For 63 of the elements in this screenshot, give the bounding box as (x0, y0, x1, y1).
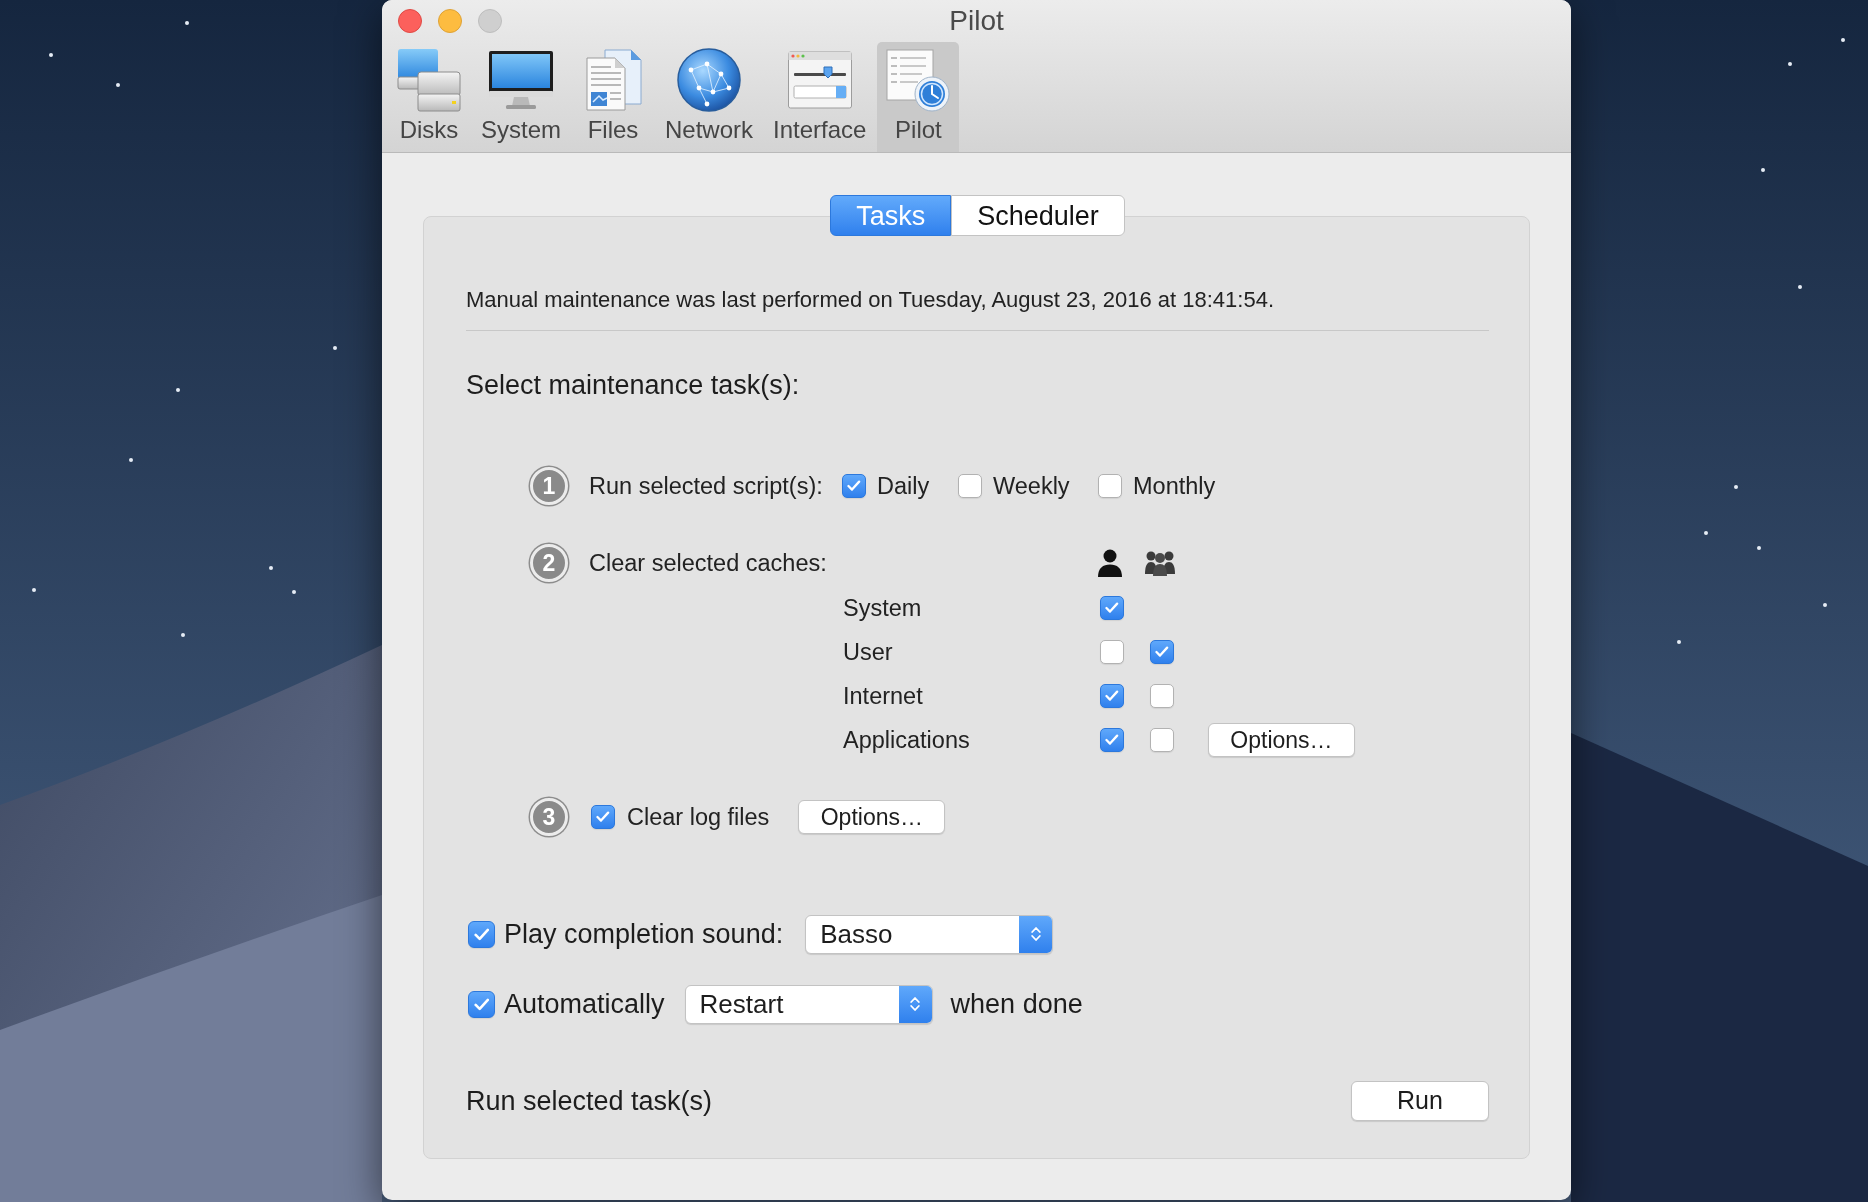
checkbox[interactable] (1100, 640, 1124, 664)
window-icon (787, 48, 852, 112)
step-label: Run selected script(s): (589, 472, 824, 500)
tab[interactable]: Scheduler (951, 195, 1125, 236)
checkbox-label: Clear log files (627, 803, 770, 831)
checkbox-label: Weekly (993, 472, 1070, 500)
suffix-label: when done (950, 988, 1083, 1020)
close-button[interactable] (398, 9, 422, 33)
checkbox-label: Monthly (1133, 472, 1216, 500)
checkbox-label: Automatically (504, 988, 665, 1020)
drives-icon (397, 48, 461, 112)
checkbox[interactable] (1098, 474, 1122, 498)
clock-document-icon (886, 48, 951, 112)
checkmark-icon (473, 997, 490, 1011)
section-heading: Select maintenance task(s): (466, 369, 801, 401)
step-number: 1 (530, 467, 568, 505)
step-number: 3 (530, 798, 568, 836)
chevron-up-down-icon (910, 996, 921, 1012)
run-label: Run selected task(s) (466, 1085, 713, 1117)
checkmark-icon (1105, 602, 1119, 614)
group-icon (1145, 550, 1175, 576)
checkbox[interactable] (468, 920, 495, 948)
checkbox[interactable] (842, 474, 866, 498)
checkbox[interactable] (468, 990, 495, 1018)
checkmark-icon (847, 480, 861, 492)
checkbox[interactable] (1150, 684, 1174, 708)
checkbox[interactable] (1150, 728, 1174, 752)
checkbox-label: Daily (877, 472, 930, 500)
toolbar-item[interactable]: Disks (388, 42, 470, 152)
cache-label: System (843, 594, 923, 622)
run-button[interactable]: Run (1351, 1081, 1489, 1121)
action-select[interactable]: Restart (684, 984, 933, 1024)
cache-label: Applications (843, 726, 971, 754)
toolbar-item[interactable]: Interface (764, 42, 876, 152)
toolbar-item[interactable]: Pilot (877, 42, 960, 152)
toolbar-item[interactable]: System (472, 42, 570, 152)
step-number: 2 (530, 544, 568, 582)
checkbox[interactable] (1100, 728, 1124, 752)
checkmark-icon (1155, 646, 1169, 658)
cache-label: Internet (843, 682, 924, 710)
checkmark-icon (473, 927, 490, 941)
checkbox[interactable] (1150, 640, 1174, 664)
window-title: Pilot (949, 5, 1004, 37)
checkmark-icon (1105, 690, 1119, 702)
checkbox-label: Play completion sound: (504, 918, 784, 950)
person-icon (1098, 549, 1122, 577)
checkbox[interactable] (958, 474, 982, 498)
toolbar-item[interactable]: Network (656, 42, 763, 152)
checkmark-icon (1105, 734, 1119, 746)
checkbox[interactable] (591, 805, 615, 829)
chevron-up-down-icon (1030, 926, 1041, 942)
status-text: Manual maintenance was last performed on Tuesday, August 23, 2016 at 18:41:54. (466, 287, 1275, 313)
globe-icon (677, 48, 742, 112)
step-label: Clear selected caches: (589, 549, 828, 577)
checkmark-icon (596, 811, 610, 823)
options-button[interactable]: Options… (798, 800, 946, 834)
sound-select[interactable]: Basso (805, 914, 1054, 954)
monitor-icon (489, 48, 553, 112)
checkbox[interactable] (1100, 596, 1124, 620)
cache-label: User (843, 638, 894, 666)
options-button[interactable]: Options… (1208, 723, 1355, 757)
toolbar-item[interactable]: Files (572, 42, 654, 152)
checkbox[interactable] (1100, 684, 1124, 708)
